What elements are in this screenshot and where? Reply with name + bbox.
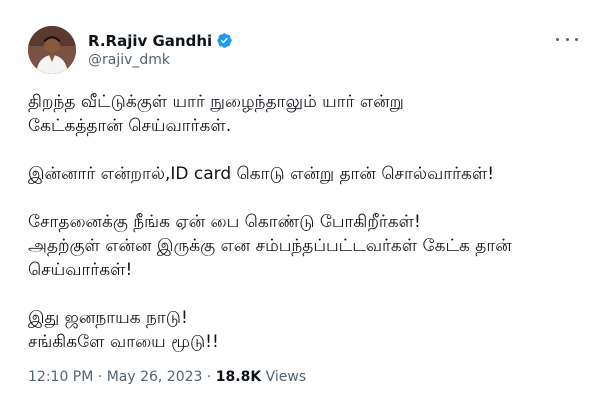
tweet-line: இது ஜனநாயக நாடு! — [28, 308, 188, 328]
avatar-image — [28, 26, 76, 74]
author-name[interactable]: R.Rajiv Gandhi — [88, 31, 212, 51]
tweet-timestamp-link[interactable]: 12:10 PM · May 26, 2023 — [28, 369, 202, 385]
views-label: Views — [265, 369, 307, 385]
more-options-icon[interactable] — [556, 32, 578, 46]
tweet-header: R.Rajiv Gandhi @rajiv_dmk — [28, 24, 233, 76]
avatar[interactable] — [28, 26, 76, 74]
meta-separator: · — [97, 369, 103, 385]
meta-separator: · — [206, 369, 212, 385]
more-dot — [565, 37, 569, 41]
tweet-line: செய்வார்கள்! — [28, 260, 133, 280]
tweet-paragraph: இது ஜனநாயக நாடு! சங்கிகளே வாயை மூடு!! — [28, 306, 588, 354]
tweet-paragraph: இன்னார் என்றால்,ID card கொடு என்று தான் … — [28, 162, 588, 186]
tweet-line: இன்னார் என்றால்,ID card கொடு என்று தான் … — [28, 164, 495, 184]
tweet-line: சங்கிகளே வாயை மூடு!! — [28, 332, 219, 352]
author-name-row: R.Rajiv Gandhi — [88, 31, 233, 51]
tweet-text: திறந்த வீட்டுக்குள் யார் நுழைந்தாலும் யா… — [28, 90, 588, 378]
author-names: R.Rajiv Gandhi @rajiv_dmk — [88, 31, 233, 70]
tweet-date: May 26, 2023 — [106, 369, 203, 385]
tweet-line: திறந்த வீட்டுக்குள் யார் நுழைந்தாலும் யா… — [28, 92, 404, 112]
verified-badge-icon — [216, 32, 233, 49]
tweet-line: கேட்கத்தான் செய்வார்கள். — [28, 116, 232, 136]
tweet-paragraph: சோதனைக்கு நீங்க ஏன் பை கொண்டு போகிறீர்கள… — [28, 210, 588, 282]
more-dot — [556, 37, 559, 41]
tweet-paragraph: திறந்த வீட்டுக்குள் யார் நுழைந்தாலும் யா… — [28, 90, 588, 138]
author-handle[interactable]: @rajiv_dmk — [88, 51, 233, 70]
tweet-line: சோதனைக்கு நீங்க ஏன் பை கொண்டு போகிறீர்கள… — [28, 212, 421, 232]
tweet-time: 12:10 PM — [28, 369, 94, 385]
tweet-line: அதற்குள் என்ன இருக்கு என சம்பந்தப்பட்டவர… — [28, 236, 512, 256]
tweet-card: R.Rajiv Gandhi @rajiv_dmk திறந்த வீட்டுக… — [0, 0, 600, 400]
views-count[interactable]: 18.8K — [216, 369, 261, 385]
more-dot — [575, 37, 578, 41]
tweet-meta: 12:10 PM · May 26, 2023 · 18.8K Views — [28, 368, 306, 386]
